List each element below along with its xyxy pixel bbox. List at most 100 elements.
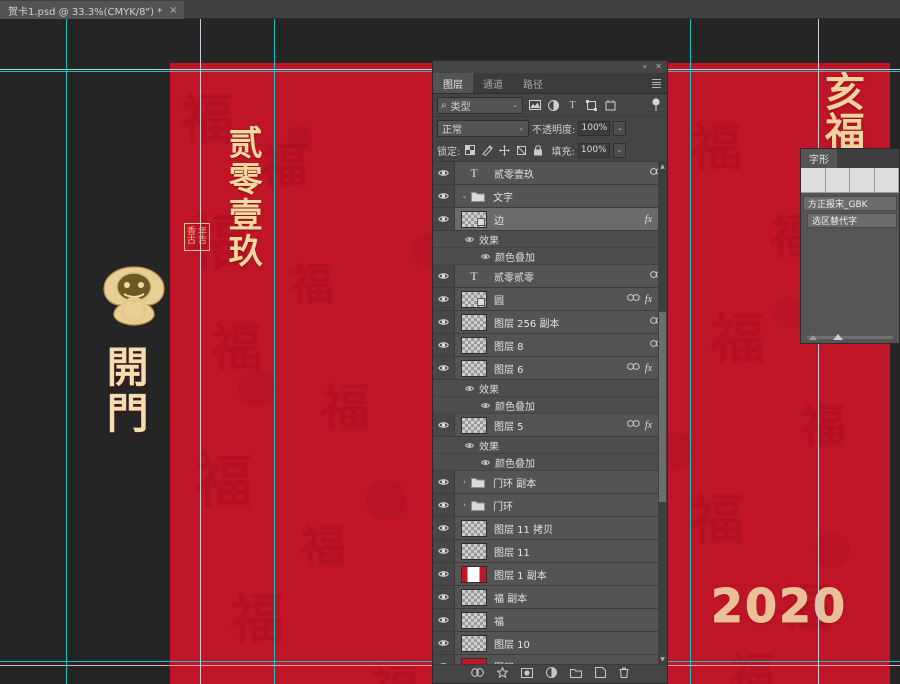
layer-visibility-toggle[interactable] <box>433 494 455 516</box>
layer-style-fx-icon[interactable]: fx <box>645 214 652 225</box>
lock-artboard-nesting-icon[interactable] <box>514 143 528 157</box>
layer-thumbnail[interactable] <box>461 611 487 629</box>
layer-thumbnail[interactable] <box>461 634 487 652</box>
layers-scrollbar[interactable]: ▲ ▼ <box>658 162 667 664</box>
collapse-icon[interactable]: « <box>642 63 647 71</box>
layer-thumbnail[interactable] <box>461 416 487 434</box>
layer-visibility-toggle[interactable] <box>433 632 455 654</box>
effect-visibility-icon[interactable] <box>463 442 475 449</box>
layer-visibility-toggle[interactable] <box>433 311 455 333</box>
new-adjustment-layer-icon[interactable] <box>546 667 557 681</box>
close-panel-icon[interactable]: ✕ <box>655 63 662 71</box>
group-expand-icon[interactable]: ⌄ <box>460 192 469 200</box>
shape-filter-icon[interactable] <box>584 98 599 113</box>
lock-image-pixels-icon[interactable] <box>480 143 494 157</box>
pixel-filter-icon[interactable] <box>527 98 542 113</box>
layer-thumbnail[interactable] <box>461 519 487 537</box>
layer-row[interactable]: 图层 256 副本 <box>433 311 667 334</box>
layer-row[interactable]: ⌄ 文字 <box>433 185 667 208</box>
opacity-stepper[interactable]: ⌄ <box>613 120 627 136</box>
adjustment-filter-icon[interactable] <box>546 98 561 113</box>
layer-thumbnail[interactable] <box>461 313 487 331</box>
group-expand-icon[interactable]: › <box>460 501 469 509</box>
layer-row[interactable]: T 贰零壹玖 <box>433 162 667 185</box>
glyph-font-select[interactable]: 方正报宋_GBK <box>803 196 897 211</box>
layer-visibility-toggle[interactable] <box>433 185 455 207</box>
type-filter-icon[interactable]: T <box>565 98 580 113</box>
layer-effects-group[interactable]: 效果 <box>433 380 667 397</box>
layer-thumbnail[interactable] <box>461 210 487 228</box>
layer-row[interactable]: 图层 11 <box>433 540 667 563</box>
effect-visibility-icon[interactable] <box>479 402 491 409</box>
layer-thumbnail[interactable] <box>461 565 487 583</box>
effect-visibility-icon[interactable] <box>479 459 491 466</box>
effect-visibility-icon[interactable] <box>463 236 475 243</box>
layer-row[interactable]: 福 <box>433 609 667 632</box>
layer-visibility-toggle[interactable] <box>433 288 455 310</box>
group-expand-icon[interactable]: › <box>460 478 469 486</box>
layer-row[interactable]: 图层 6fx⌃ <box>433 357 667 380</box>
blend-mode-select[interactable]: 正常 ⌄ <box>437 119 529 137</box>
layer-row[interactable]: 边fx⌃ <box>433 208 667 231</box>
layer-row[interactable]: › 门环 副本 <box>433 471 667 494</box>
new-layer-icon[interactable] <box>595 667 606 681</box>
layer-style-fx-icon[interactable]: fx <box>645 420 652 431</box>
layer-row[interactable]: 图层 1 <box>433 655 667 664</box>
guide-vertical-left[interactable] <box>66 19 67 684</box>
layer-visibility-toggle[interactable] <box>433 357 455 379</box>
glyph-size-large-icon[interactable] <box>833 334 843 340</box>
link-icon[interactable] <box>627 420 640 430</box>
effect-visibility-icon[interactable] <box>463 385 475 392</box>
fill-stepper[interactable]: ⌄ <box>612 142 626 158</box>
layer-row[interactable]: 图层 5fx⌃ <box>433 414 667 437</box>
layer-visibility-toggle[interactable] <box>433 162 455 184</box>
scroll-up-icon[interactable]: ▲ <box>659 162 666 171</box>
layer-row[interactable]: 福 副本 <box>433 586 667 609</box>
new-group-icon[interactable] <box>570 668 582 681</box>
layer-visibility-toggle[interactable] <box>433 655 455 664</box>
layer-thumbnail[interactable] <box>461 657 487 664</box>
layer-effect-item[interactable]: 颜色叠加 <box>433 397 667 414</box>
layer-row[interactable]: 图层 11 拷贝 <box>433 517 667 540</box>
layer-thumbnail[interactable] <box>461 336 487 354</box>
glyph-grid[interactable] <box>801 168 899 193</box>
guide-vertical-center-inner[interactable] <box>818 19 819 684</box>
layer-visibility-toggle[interactable] <box>433 334 455 356</box>
layer-row[interactable]: 图层 1 副本 <box>433 563 667 586</box>
layer-effect-item[interactable]: 颜色叠加 <box>433 248 667 265</box>
link-icon[interactable] <box>627 294 640 304</box>
layer-visibility-toggle[interactable] <box>433 265 455 287</box>
filter-toggle-switch[interactable] <box>648 98 663 113</box>
layer-thumbnail[interactable] <box>461 359 487 377</box>
layer-row[interactable]: 图层 10 <box>433 632 667 655</box>
smart-filter-icon[interactable] <box>603 98 618 113</box>
guide-vertical-left-inner[interactable] <box>200 19 201 684</box>
tab-channels[interactable]: 通道 <box>473 73 513 93</box>
lock-transparent-pixels-icon[interactable] <box>463 143 477 157</box>
panel-menu-icon[interactable] <box>652 79 661 88</box>
tab-paths[interactable]: 路径 <box>513 73 553 93</box>
link-icon[interactable] <box>627 363 640 373</box>
layer-list[interactable]: T贰零壹玖⌄文字边fx⌃效果颜色叠加T贰零贰零圆fx⌄图层 256 副本图层 8… <box>433 161 667 664</box>
glyph-cell[interactable] <box>850 168 875 193</box>
guide-vertical-right[interactable] <box>690 19 691 684</box>
glyph-size-small-icon[interactable] <box>809 335 817 340</box>
layer-visibility-toggle[interactable] <box>433 563 455 585</box>
delete-layer-icon[interactable] <box>619 667 629 681</box>
tab-layers[interactable]: 图层 <box>433 73 473 93</box>
glyph-cell[interactable] <box>825 168 850 193</box>
filter-kind-select[interactable]: ⌕ 类型 ⌄ <box>437 96 523 114</box>
layer-visibility-toggle[interactable] <box>433 208 455 230</box>
glyph-list-area[interactable] <box>801 228 899 327</box>
glyph-substitution-select[interactable]: 选区替代字 <box>807 213 897 228</box>
effect-visibility-icon[interactable] <box>479 253 491 260</box>
layer-thumbnail[interactable] <box>461 542 487 560</box>
add-layer-style-icon[interactable] <box>496 666 509 681</box>
layer-effects-group[interactable]: 效果 <box>433 231 667 248</box>
add-layer-mask-icon[interactable] <box>521 667 533 681</box>
layer-visibility-toggle[interactable] <box>433 517 455 539</box>
layer-visibility-toggle[interactable] <box>433 414 455 436</box>
tab-glyphs[interactable]: 字形 <box>801 149 837 168</box>
layer-row[interactable]: › 门环 <box>433 494 667 517</box>
lock-position-icon[interactable] <box>497 143 511 157</box>
